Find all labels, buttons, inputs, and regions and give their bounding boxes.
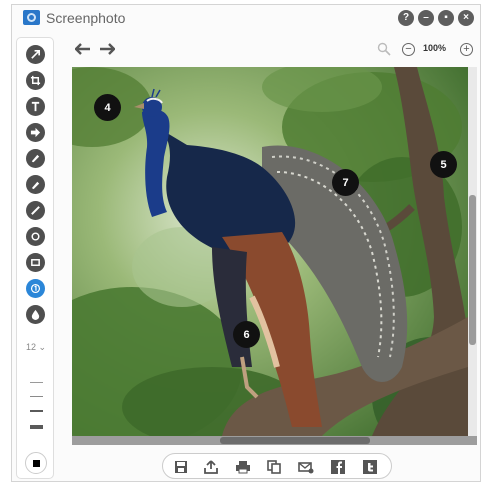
text-tool-icon[interactable] <box>26 97 45 116</box>
zoom-level: 100% <box>423 43 447 53</box>
tool-sidebar: 12 ⌄ <box>16 37 54 479</box>
image-canvas[interactable]: 4 5 6 7 <box>72 67 468 436</box>
help-button[interactable]: ? <box>398 10 414 26</box>
blur-tool-icon[interactable] <box>26 305 45 324</box>
copy-icon[interactable] <box>266 459 282 475</box>
app-window: Screenphoto ? – ▪ × 12 ⌄ − 100% + 4 5 6 … <box>11 4 481 482</box>
redo-icon[interactable] <box>99 42 115 56</box>
zoom-search-icon[interactable] <box>377 42 391 56</box>
step-badge-4[interactable]: 4 <box>94 94 121 121</box>
color-picker[interactable] <box>25 452 47 474</box>
ellipse-tool-icon[interactable] <box>26 227 45 246</box>
peacock-photo <box>72 67 468 436</box>
twitter-icon[interactable] <box>362 459 378 475</box>
email-icon[interactable] <box>298 459 314 475</box>
upload-icon[interactable] <box>203 459 219 475</box>
vertical-scrollbar[interactable] <box>468 67 477 436</box>
share-toolbar <box>162 453 392 479</box>
camera-logo-icon <box>23 10 40 25</box>
line-width-3[interactable] <box>30 410 43 412</box>
highlighter-tool-icon[interactable] <box>26 149 45 168</box>
shape-arrow-tool-icon[interactable] <box>26 123 45 142</box>
window-controls: ? – ▪ × <box>398 10 474 26</box>
undo-icon[interactable] <box>75 42 91 56</box>
pen-tool-icon[interactable] <box>26 201 45 220</box>
current-color-swatch <box>33 460 40 467</box>
size-selector[interactable]: 12 ⌄ <box>26 342 46 353</box>
save-icon[interactable] <box>173 459 189 475</box>
vertical-scroll-thumb[interactable] <box>469 195 476 345</box>
zoom-in-button[interactable]: + <box>460 43 473 56</box>
line-width-1[interactable] <box>30 382 43 383</box>
title-bar: Screenphoto ? – ▪ × <box>12 5 480 31</box>
crop-tool-icon[interactable] <box>26 71 45 90</box>
close-button[interactable]: × <box>458 10 474 26</box>
horizontal-scroll-thumb[interactable] <box>220 437 370 444</box>
facebook-icon[interactable] <box>330 459 346 475</box>
line-width-4[interactable] <box>30 425 43 429</box>
step-badge-7[interactable]: 7 <box>332 169 359 196</box>
horizontal-scrollbar[interactable] <box>72 436 477 445</box>
marker-tool-icon[interactable] <box>26 175 45 194</box>
line-width-2[interactable] <box>30 396 43 397</box>
step-badge-5[interactable]: 5 <box>430 151 457 178</box>
app-title: Screenphoto <box>46 10 126 26</box>
maximize-button[interactable]: ▪ <box>438 10 454 26</box>
minimize-button[interactable]: – <box>418 10 434 26</box>
step-badge-6[interactable]: 6 <box>233 321 260 348</box>
print-icon[interactable] <box>235 459 251 475</box>
zoom-out-button[interactable]: − <box>402 43 415 56</box>
arrow-tool-icon[interactable] <box>26 45 45 64</box>
step-number-tool-icon[interactable] <box>26 279 45 298</box>
rectangle-tool-icon[interactable] <box>26 253 45 272</box>
